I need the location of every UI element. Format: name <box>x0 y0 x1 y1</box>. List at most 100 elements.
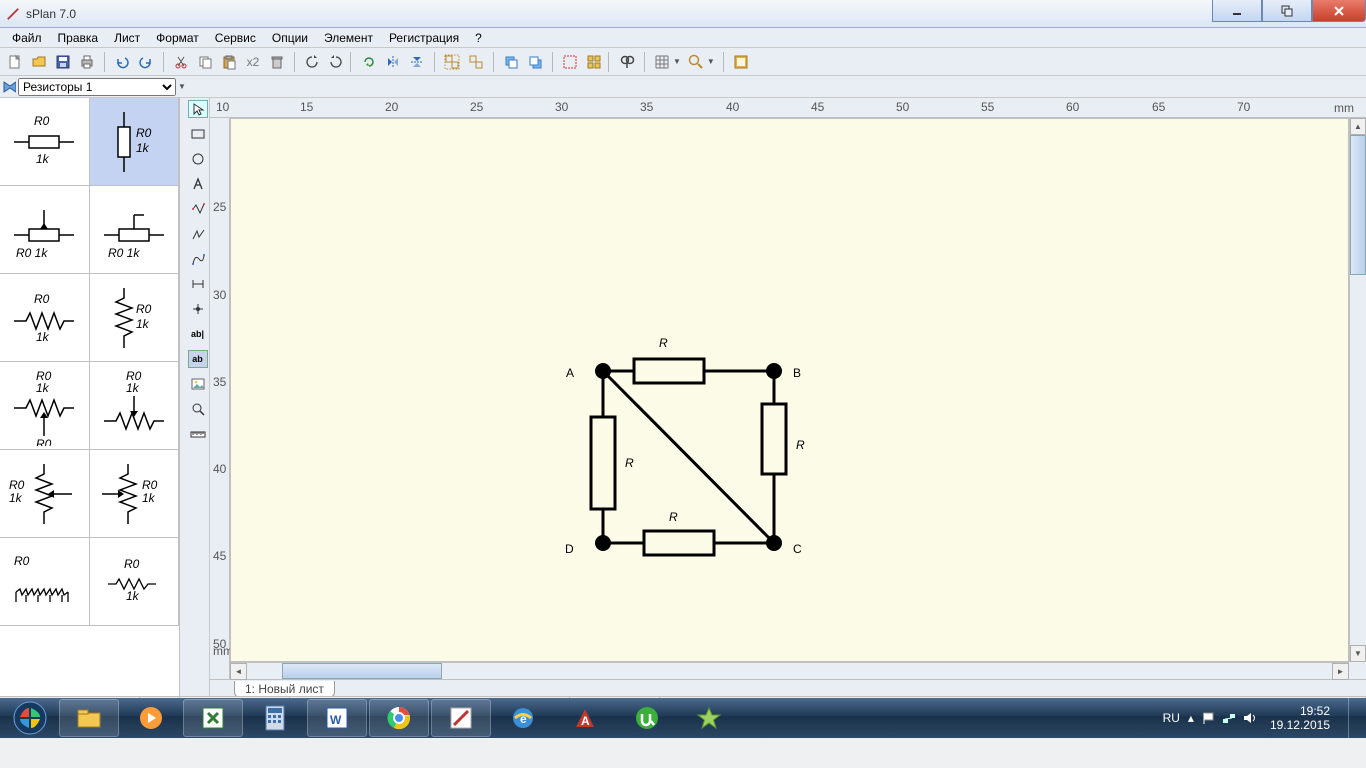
tool-label-ab[interactable]: ab| <box>188 325 208 343</box>
back-button[interactable] <box>524 51 546 73</box>
library-item-5[interactable]: R01k <box>90 274 180 362</box>
grid-button[interactable] <box>651 51 673 73</box>
tool-special-shape[interactable] <box>188 200 208 218</box>
select-frame-button[interactable] <box>559 51 581 73</box>
tray-flag-icon[interactable] <box>1202 711 1216 725</box>
svg-text:1k: 1k <box>9 491 23 505</box>
tool-bezier[interactable] <box>188 250 208 268</box>
library-row: Резисторы 1 ▼ <box>0 76 1366 98</box>
svg-text:R0: R0 <box>36 437 52 446</box>
library-item-8[interactable]: R01k <box>0 450 90 538</box>
task-mediaplayer[interactable] <box>121 699 181 737</box>
paste-button[interactable] <box>218 51 240 73</box>
library-item-2[interactable]: R0 1k <box>0 186 90 274</box>
save-button[interactable] <box>52 51 74 73</box>
menu-help[interactable]: ? <box>467 29 490 47</box>
task-ie[interactable]: e <box>493 699 553 737</box>
delete-button[interactable] <box>266 51 288 73</box>
tool-rect[interactable] <box>188 125 208 143</box>
library-dropdown-arrow[interactable]: ▼ <box>178 82 186 91</box>
start-button[interactable] <box>2 698 58 738</box>
task-splan[interactable] <box>431 699 491 737</box>
task-calculator[interactable] <box>245 699 305 737</box>
tool-measure[interactable] <box>188 425 208 443</box>
duplicate-button[interactable]: x2 <box>242 51 264 73</box>
menu-edit[interactable]: Правка <box>50 29 107 47</box>
task-excel[interactable] <box>183 699 243 737</box>
front-button[interactable] <box>500 51 522 73</box>
library-item-0[interactable]: R01k <box>0 98 90 186</box>
task-star[interactable] <box>679 699 739 737</box>
zoom-button[interactable] <box>685 51 707 73</box>
copy-button[interactable] <box>194 51 216 73</box>
zoom-dropdown-arrow[interactable]: ▼ <box>707 57 715 66</box>
open-button[interactable] <box>28 51 50 73</box>
tool-node[interactable] <box>188 300 208 318</box>
search-button[interactable] <box>616 51 638 73</box>
show-desktop-button[interactable] <box>1348 698 1358 738</box>
close-button[interactable] <box>1312 0 1366 22</box>
horizontal-scrollbar[interactable]: ◄ ► <box>230 662 1349 679</box>
ungroup-button[interactable] <box>465 51 487 73</box>
menu-registration[interactable]: Регистрация <box>381 29 467 47</box>
task-autocad[interactable]: A <box>555 699 615 737</box>
hscroll-thumb[interactable] <box>282 663 442 679</box>
rotate-left-button[interactable] <box>301 51 323 73</box>
task-word[interactable]: W <box>307 699 367 737</box>
rotate-90-button[interactable] <box>358 51 380 73</box>
cut-button[interactable] <box>170 51 192 73</box>
grid-dropdown-arrow[interactable]: ▼ <box>673 57 681 66</box>
tray-volume-icon[interactable] <box>1242 711 1256 725</box>
library-item-7[interactable]: R01k <box>90 362 180 450</box>
library-item-1[interactable]: R01k <box>90 98 180 186</box>
library-item-9[interactable]: R01k <box>90 450 180 538</box>
group-button[interactable] <box>441 51 463 73</box>
components-button[interactable] <box>583 51 605 73</box>
task-explorer[interactable] <box>59 699 119 737</box>
maximize-button[interactable] <box>1262 0 1312 22</box>
redo-button[interactable] <box>135 51 157 73</box>
task-chrome[interactable] <box>369 699 429 737</box>
menu-element[interactable]: Элемент <box>316 29 381 47</box>
scroll-right-button[interactable]: ► <box>1332 663 1349 680</box>
menu-file[interactable]: Файл <box>4 29 50 47</box>
library-select[interactable]: Резисторы 1 <box>18 78 176 96</box>
scroll-up-button[interactable]: ▲ <box>1350 118 1366 135</box>
library-item-4[interactable]: R01k <box>0 274 90 362</box>
print-button[interactable] <box>76 51 98 73</box>
tray-clock[interactable]: 19:52 19.12.2015 <box>1264 704 1336 733</box>
menu-options[interactable]: Опции <box>264 29 316 47</box>
library-item-3[interactable]: R0 1k <box>90 186 180 274</box>
flip-h-button[interactable] <box>382 51 404 73</box>
undo-button[interactable] <box>111 51 133 73</box>
flip-v-button[interactable] <box>406 51 428 73</box>
tool-circle[interactable] <box>188 150 208 168</box>
vertical-scrollbar[interactable]: ▲ ▼ <box>1349 118 1366 662</box>
tool-magnify[interactable] <box>188 400 208 418</box>
tray-network-icon[interactable] <box>1222 711 1236 725</box>
menu-format[interactable]: Формат <box>148 29 207 47</box>
library-icon[interactable] <box>0 80 18 94</box>
tray-expand-icon[interactable]: ▴ <box>1188 711 1194 725</box>
vscroll-thumb[interactable] <box>1350 135 1366 275</box>
tool-label-block[interactable]: ab <box>188 350 208 368</box>
menu-service[interactable]: Сервис <box>207 29 264 47</box>
minimize-button[interactable] <box>1212 0 1262 22</box>
menu-sheet[interactable]: Лист <box>106 29 148 47</box>
tray-lang[interactable]: RU <box>1163 711 1180 725</box>
tool-pointer[interactable] <box>188 100 208 118</box>
library-item-11[interactable]: R01k <box>90 538 180 626</box>
library-item-6[interactable]: R01kR0 <box>0 362 90 450</box>
tool-image[interactable] <box>188 375 208 393</box>
forms-button[interactable] <box>730 51 752 73</box>
library-item-10[interactable]: R0 <box>0 538 90 626</box>
scroll-left-button[interactable]: ◄ <box>230 663 247 680</box>
tool-dimension[interactable] <box>188 275 208 293</box>
tool-polyline[interactable] <box>188 225 208 243</box>
task-utorrent[interactable] <box>617 699 677 737</box>
rotate-right-button[interactable] <box>325 51 347 73</box>
scroll-down-button[interactable]: ▼ <box>1350 645 1366 662</box>
tool-text[interactable] <box>188 175 208 193</box>
new-button[interactable] <box>4 51 26 73</box>
canvas[interactable]: A B C D R R R R <box>230 118 1349 662</box>
